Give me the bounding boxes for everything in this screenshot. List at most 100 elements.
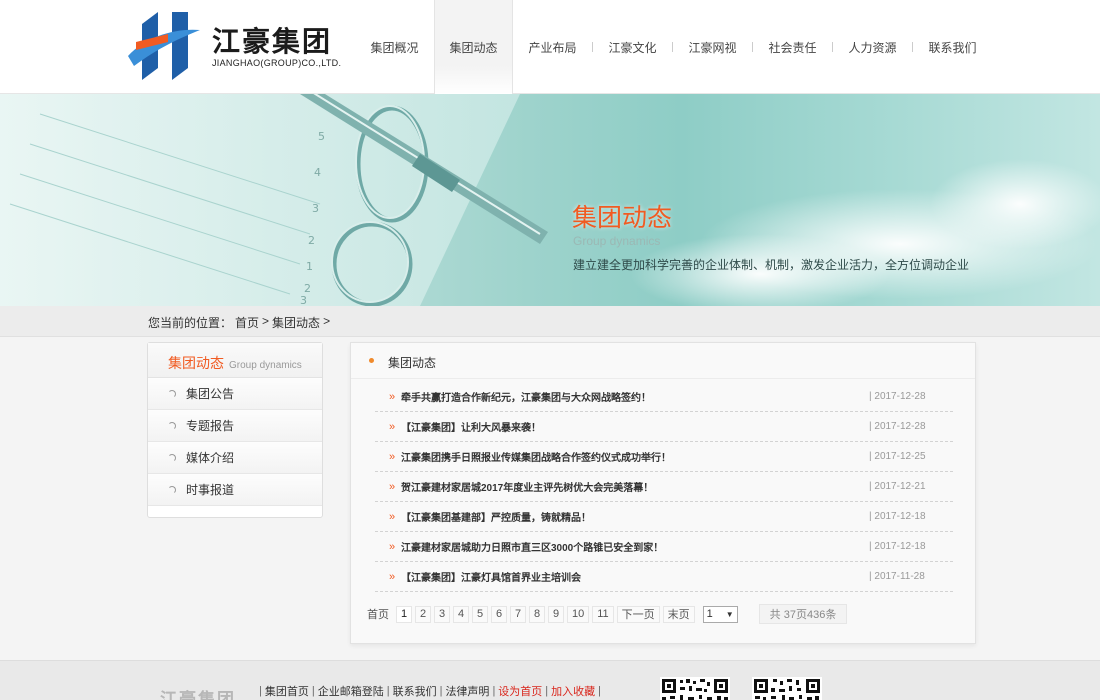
footer-link-add-favorite[interactable]: 加入收藏 xyxy=(551,683,595,699)
banner-description: 建立建全更加科学完善的企业体制、机制，激发企业活力，全方位调动企业 xyxy=(573,258,970,272)
page-number[interactable]: 4 xyxy=(453,605,469,623)
footer-separator: | xyxy=(386,685,390,697)
page-number[interactable]: 2 xyxy=(415,605,431,623)
page-number[interactable]: 3 xyxy=(434,605,450,623)
news-item[interactable]: » 江豪建材家居城助力日照市直三区3000个路锥已安全到家！ | 2017-12-1… xyxy=(375,532,953,562)
dot-icon xyxy=(369,358,374,363)
news-title[interactable]: 贺江豪建材家居城2017年度业主评先树优大会完美落幕！ xyxy=(401,479,869,494)
news-item[interactable]: » 【江豪集团基建部】严控质量，铸就精品！ | 2017-12-18 xyxy=(375,502,953,532)
logo-english-name: JIANGHAO(GROUP)CO.,LTD. xyxy=(212,58,342,68)
news-date: | 2017-12-25 xyxy=(869,451,926,462)
double-arrow-icon: » xyxy=(389,510,396,523)
sidebar: 集团动态 Group dynamics 集团公告 专题报告 媒体介绍 时事报道 xyxy=(147,342,323,518)
footer-link-legal[interactable]: 法律声明 xyxy=(445,683,489,699)
page-number[interactable]: 11 xyxy=(592,605,614,623)
news-title[interactable]: 江豪建材家居城助力日照市直三区3000个路锥已安全到家！ xyxy=(401,539,869,554)
double-arrow-icon: » xyxy=(389,480,396,493)
last-page-button[interactable]: 末页 xyxy=(662,605,695,623)
chevron-down-icon: ▼ xyxy=(725,609,734,619)
main-nav: 集团概况 集团动态 产业布局 江豪文化 江豪网视 社会责任 人力资源 联系我们 xyxy=(355,0,992,94)
banner-subtitle: Group dynamics xyxy=(573,234,661,248)
news-item[interactable]: » 牵手共赢打造合作新纪元，江豪集团与大众网战略签约！ | 2017-12-28 xyxy=(375,382,953,412)
qr-code-icon xyxy=(752,677,822,700)
nav-item-contact[interactable]: 联系我们 xyxy=(913,0,992,94)
news-date: | 2017-11-28 xyxy=(869,571,925,582)
svg-text:4: 4 xyxy=(314,166,321,179)
double-arrow-icon: » xyxy=(389,420,396,433)
news-title[interactable]: 江豪集团携手日照报业传媒集团战略合作签约仪式成功举行！ xyxy=(401,449,869,464)
page-number[interactable]: 10 xyxy=(567,605,590,623)
nav-label: 集团概况 xyxy=(370,40,419,55)
footer-separator: | xyxy=(439,685,443,697)
news-date: | 2017-12-28 xyxy=(869,421,926,432)
breadcrumb-home-link[interactable]: 首页 xyxy=(235,314,259,331)
notebook-pen-illustration: 5 4 3 2 1 2 3 xyxy=(0,94,1100,306)
breadcrumb-separator: > xyxy=(262,314,270,328)
page-select[interactable]: 1 ▼ xyxy=(702,605,738,623)
page-number[interactable]: 6 xyxy=(491,605,507,623)
footer-logo: 江豪集团 xyxy=(160,690,236,700)
news-title[interactable]: 【江豪集团基建部】严控质量，铸就精品！ xyxy=(401,509,869,524)
nav-item-industry-layout[interactable]: 产业布局 xyxy=(513,0,592,94)
news-item[interactable]: » 江豪集团携手日照报业传媒集团战略合作签约仪式成功举行！ | 2017-12-25 xyxy=(375,442,953,472)
sidebar-item-announcements[interactable]: 集团公告 xyxy=(148,378,322,410)
news-list: » 牵手共赢打造合作新纪元，江豪集团与大众网战略签约！ | 2017-12-28 »… xyxy=(375,382,953,592)
nav-item-culture[interactable]: 江豪文化 xyxy=(593,0,672,94)
breadcrumb-bar: 您当前的位置： 首页 > 集团动态 > xyxy=(0,306,1100,337)
footer-separator: | xyxy=(311,685,315,697)
sidebar-subtitle: Group dynamics xyxy=(229,360,302,371)
next-page-button[interactable]: 下一页 xyxy=(616,605,660,623)
page-number[interactable]: 9 xyxy=(548,605,564,623)
footer-link-mail-login[interactable]: 企业邮箱登陆 xyxy=(318,683,384,699)
news-title[interactable]: 牵手共赢打造合作新纪元，江豪集团与大众网战略签约！ xyxy=(401,389,869,404)
svg-text:1: 1 xyxy=(306,260,313,273)
circle-arrow-icon xyxy=(168,389,176,398)
breadcrumb-current-link[interactable]: 集团动态 xyxy=(272,314,320,331)
sidebar-item-special-reports[interactable]: 专题报告 xyxy=(148,410,322,442)
sidebar-item-label: 媒体介绍 xyxy=(186,451,235,465)
news-date: | 2017-12-21 xyxy=(869,481,926,492)
news-panel-header: 集团动态 xyxy=(351,343,975,379)
footer-separator: | xyxy=(545,685,549,697)
logo-chinese-name: 江豪集团 xyxy=(212,25,333,58)
page-number[interactable]: 8 xyxy=(529,605,545,623)
circle-arrow-icon xyxy=(168,453,176,462)
sidebar-item-current-affairs[interactable]: 时事报道 xyxy=(148,474,322,506)
news-title[interactable]: 【江豪集团】让利大风暴来袭！ xyxy=(401,419,869,434)
page-number[interactable]: 7 xyxy=(510,605,526,623)
sidebar-item-label: 集团公告 xyxy=(186,387,235,401)
news-date: | 2017-12-18 xyxy=(869,511,926,522)
double-arrow-icon: » xyxy=(389,390,396,403)
nav-item-social-responsibility[interactable]: 社会责任 xyxy=(753,0,832,94)
nav-item-group-overview[interactable]: 集团概况 xyxy=(355,0,434,94)
news-item[interactable]: » 【江豪集团】江豪灯具馆首界业主培训会 | 2017-11-28 xyxy=(375,562,953,592)
site-logo[interactable]: 江豪集团 JIANGHAO(GROUP)CO.,LTD. xyxy=(128,6,343,88)
nav-item-group-news[interactable]: 集团动态 xyxy=(434,0,513,94)
news-panel: 集团动态 » 牵手共赢打造合作新纪元，江豪集团与大众网战略签约！ | 2017-12… xyxy=(350,342,976,644)
footer-link-set-homepage[interactable]: 设为首页 xyxy=(498,683,542,699)
nav-item-video[interactable]: 江豪网视 xyxy=(673,0,752,94)
sidebar-item-label: 专题报告 xyxy=(186,419,235,433)
nav-label: 集团动态 xyxy=(449,40,498,55)
circle-arrow-icon xyxy=(168,421,176,430)
sidebar-item-media[interactable]: 媒体介绍 xyxy=(148,442,322,474)
sidebar-title: 集团动态 xyxy=(168,355,224,371)
svg-text:5: 5 xyxy=(318,130,325,143)
banner-title: 集团动态 xyxy=(572,203,673,232)
page-number-current[interactable]: 1 xyxy=(396,605,412,623)
page-number[interactable]: 5 xyxy=(472,605,488,623)
first-page-button[interactable]: 首页 xyxy=(363,606,393,623)
nav-label: 联系我们 xyxy=(928,40,977,55)
news-item[interactable]: » 贺江豪建材家居城2017年度业主评先树优大会完美落幕！ | 2017-12-21 xyxy=(375,472,953,502)
qr-code-icon xyxy=(660,677,730,700)
footer-links: | 集团首页 | 企业邮箱登陆 | 联系我们 | 法律声明 | 设为首页 | 加… xyxy=(256,683,604,699)
page-select-value: 1 xyxy=(706,608,713,620)
news-title[interactable]: 【江豪集团】江豪灯具馆首界业主培训会 xyxy=(401,569,869,584)
pagination: 首页 1 2 3 4 5 6 7 8 9 10 11 下一页 末页 1 ▼ 共 3… xyxy=(363,604,848,624)
nav-item-human-resources[interactable]: 人力资源 xyxy=(833,0,912,94)
footer-separator: | xyxy=(492,685,496,697)
news-item[interactable]: » 【江豪集团】让利大风暴来袭！ | 2017-12-28 xyxy=(375,412,953,442)
hero-banner: 5 4 3 2 1 2 3 集团动态 Group dynamics 建立建全更加… xyxy=(0,94,1100,306)
footer-link-home[interactable]: 集团首页 xyxy=(265,683,309,699)
footer-link-contact[interactable]: 联系我们 xyxy=(393,683,437,699)
